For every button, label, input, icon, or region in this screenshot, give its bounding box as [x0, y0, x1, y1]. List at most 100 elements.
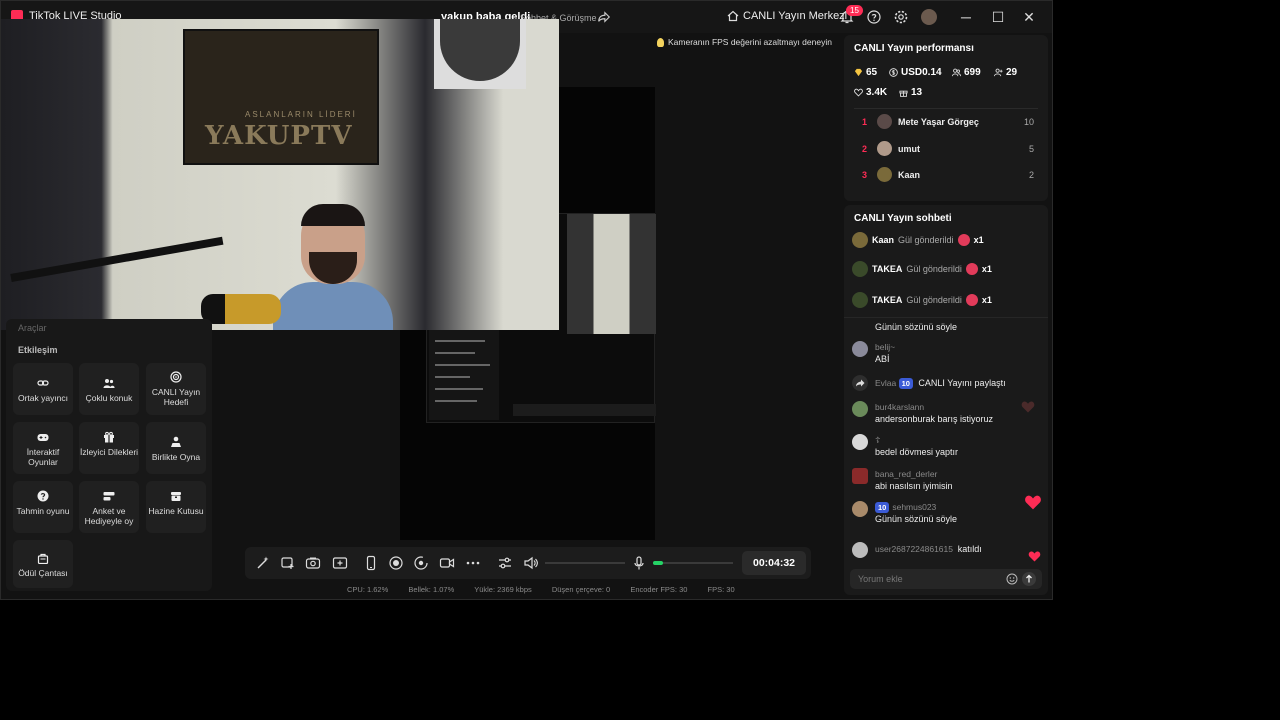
level-badge: 10 — [898, 378, 913, 389]
rose-icon — [957, 234, 970, 246]
minimize-icon[interactable]: ─ — [958, 9, 974, 25]
chat-message[interactable]: Günün sözünü söyle — [852, 309, 1040, 332]
chat-join-event[interactable]: user2687224861615 katıldı — [852, 542, 1040, 560]
mic-level-slider[interactable] — [653, 561, 733, 565]
lightbulb-icon — [657, 37, 664, 47]
avatar — [852, 468, 868, 484]
camera-icon[interactable] — [305, 555, 321, 571]
avatar — [852, 501, 868, 517]
add-source-icon[interactable] — [280, 555, 296, 571]
live-timer: 00:04:32 — [742, 551, 806, 575]
message-user: user2687224861615 katıldı — [875, 544, 982, 554]
heart-icon — [1028, 551, 1041, 562]
message-text: Günün sözünü söyle — [875, 322, 958, 332]
message-text: bedel dövmesi yaptır — [875, 447, 959, 457]
screen-share-icon[interactable] — [332, 555, 348, 571]
magic-wand-icon[interactable] — [255, 555, 271, 571]
interaction-panel: Araçlar Etkileşim Ortak yayıncı Çoklu ko… — [6, 319, 212, 591]
more-icon[interactable] — [465, 555, 481, 571]
rank-number: 2 — [862, 144, 868, 154]
avatar — [852, 232, 868, 248]
stat-diamonds: 65 — [854, 67, 877, 78]
poster-subtext: ASLANLARIN LİDERİ — [245, 110, 357, 119]
tile-live-goal[interactable]: CANLI Yayın Hedefi — [146, 363, 206, 415]
target-icon — [170, 371, 182, 383]
settings-sliders-icon[interactable] — [497, 555, 513, 571]
stat-likes: 3.4K — [854, 87, 887, 98]
video-icon[interactable] — [439, 555, 455, 571]
send-button[interactable] — [1022, 572, 1036, 586]
follower-icon — [994, 68, 1003, 77]
chat-panel: CANLI Yayın sohbeti Kaan Gül gönderildi … — [844, 205, 1048, 595]
chat-message[interactable]: 10 sehmus023 Günün sözünü söyle — [852, 501, 1040, 529]
tile-label: Anket ve Hediyeyle oy — [84, 506, 134, 526]
mic-arm — [10, 236, 224, 282]
app-window: TikTok LIVE Studio yakup baba geldi Sohb… — [0, 0, 1053, 600]
tile-treasure-box[interactable]: Hazine Kutusu — [146, 481, 206, 533]
maximize-icon[interactable]: ☐ — [990, 9, 1006, 25]
tile-play-together[interactable]: Birlikte Oyna — [146, 422, 206, 474]
stat-new-followers: 29 — [994, 67, 1017, 78]
emoji-icon[interactable] — [1006, 573, 1018, 585]
share-icon[interactable] — [597, 10, 611, 24]
camera-source[interactable]: ASLANLARIN LİDERİ YAKUPTV — [1, 19, 559, 330]
comment-placeholder: Yorum ekle — [858, 574, 903, 584]
tile-interactive-games[interactable]: İnteraktif Oyunlar — [13, 422, 73, 474]
ranking-row[interactable]: 1 Mete Yaşar Görgeç 10 — [862, 113, 1034, 131]
chat-message[interactable]: bur4karslann andersonburak barış istiyor… — [852, 401, 1040, 429]
tile-label: Hazine Kutusu — [148, 506, 204, 516]
mobile-icon[interactable] — [363, 555, 379, 571]
message-user: bana_red_derler — [875, 469, 938, 479]
streamer — [273, 204, 393, 330]
tile-reward-bag[interactable]: Ödül Çantası — [13, 540, 73, 588]
ranking-row[interactable]: 3 Kaan 2 — [862, 166, 1034, 184]
screen-capture-toolbar — [513, 404, 656, 416]
tile-label: Ortak yayıncı — [17, 393, 69, 403]
ranking-row[interactable]: 2 umut 5 — [862, 140, 1034, 158]
tile-viewer-wishes[interactable]: İzleyici Dilekleri — [79, 422, 139, 474]
gear-icon[interactable] — [893, 9, 909, 25]
close-icon[interactable]: ✕ — [1021, 9, 1037, 25]
profile-avatar[interactable] — [921, 9, 937, 25]
status-bar: CPU: 1.62% Bellek: 1.07% Yükle: 2369 kbp… — [347, 585, 753, 594]
play-together-icon — [171, 436, 181, 447]
dropped-frames: Düşen çerçeve: 0 — [551, 585, 611, 594]
message-user: Evlaa 10 CANLI Yayını paylaştı — [875, 378, 1006, 389]
chat-message[interactable]: bana_red_derler abi nasılsın iyimisin — [852, 468, 1040, 496]
microphone-icon[interactable] — [631, 555, 647, 571]
tools-partial-label: Araçlar — [18, 323, 47, 333]
mic-level-fill — [653, 561, 663, 565]
tile-multi-guest[interactable]: Çoklu konuk — [79, 363, 139, 415]
fps: FPS: 30 — [707, 585, 735, 594]
help-icon[interactable] — [866, 9, 882, 25]
chat-message[interactable]: ☦ bedel dövmesi yaptır — [852, 434, 1040, 462]
rank-score: 10 — [1023, 117, 1034, 127]
speaker-icon[interactable] — [523, 555, 539, 571]
tile-poll[interactable]: Anket ve Hediyeyle oy — [79, 481, 139, 533]
memory-usage: Bellek: 1.07% — [408, 585, 455, 594]
replay-icon[interactable] — [413, 555, 429, 571]
fps-tip: Kameranın FPS değerini azaltmayı deneyin — [657, 35, 839, 49]
record-icon[interactable] — [388, 555, 404, 571]
tile-label: CANLI Yayın Hedefi — [151, 387, 201, 407]
volume-slider[interactable] — [545, 562, 625, 564]
tile-label: İnteraktif Oyunlar — [26, 447, 60, 467]
rank-number: 3 — [862, 170, 868, 180]
tile-prediction-game[interactable]: Tahmin oyunu — [13, 481, 73, 533]
tile-co-host[interactable]: Ortak yayıncı — [13, 363, 73, 415]
stat-viewers: 699 — [952, 67, 981, 78]
heart-outline-icon — [854, 88, 863, 97]
screen-capture-camera-echo — [567, 214, 656, 334]
comment-input[interactable]: Yorum ekle — [850, 569, 1042, 589]
tile-label: Ödül Çantası — [18, 568, 68, 578]
avatar — [852, 292, 868, 308]
avatar — [852, 434, 868, 450]
avatar — [852, 542, 868, 558]
question-icon — [37, 490, 49, 502]
gift-notification: TAKEA Gül gönderildi x1 — [852, 291, 992, 309]
chat-share-event[interactable]: Evlaa 10 CANLI Yayını paylaştı — [852, 375, 1040, 393]
live-center-button[interactable]: CANLI Yayın Merkezi — [727, 10, 847, 22]
gamepad-icon — [37, 434, 49, 441]
chat-message[interactable]: belij~ ABİ — [852, 341, 1040, 369]
avatar — [852, 341, 868, 357]
